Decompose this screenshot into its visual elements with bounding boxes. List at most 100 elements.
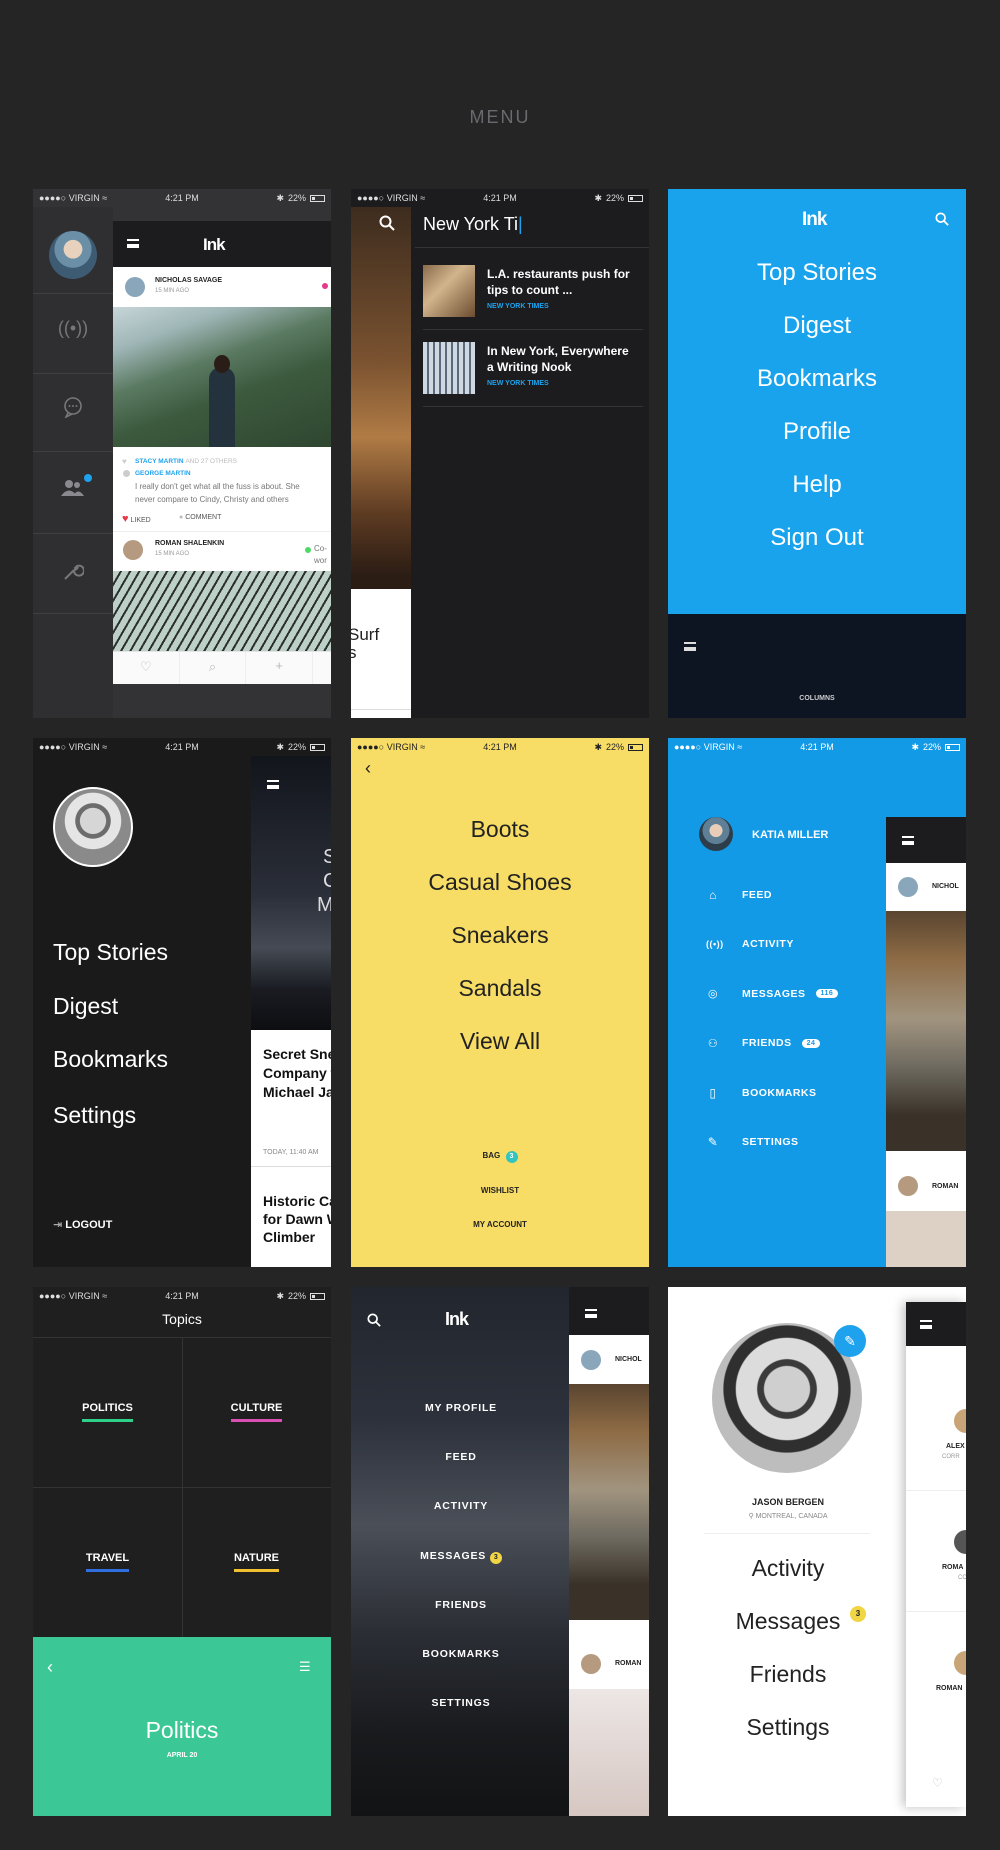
logout-button[interactable]: ⇥ LOGOUT: [53, 1218, 112, 1231]
avatar[interactable]: [53, 787, 133, 867]
menu-list: Top Stories Digest Bookmarks Profile Hel…: [668, 259, 966, 577]
menu-item-digest[interactable]: Digest: [53, 993, 118, 1020]
liker-name[interactable]: STACY MARTIN AND 27 OTHERS: [135, 458, 237, 465]
post-image[interactable]: [886, 911, 966, 1151]
menu-item-profile[interactable]: Profile: [668, 418, 966, 471]
menu-item-settings[interactable]: SETTINGS: [351, 1697, 571, 1746]
menu-item-messages[interactable]: ◎ MESSAGES 116: [706, 969, 866, 1019]
menu-item-friends[interactable]: Friends: [668, 1661, 908, 1714]
category-boots[interactable]: Boots: [351, 816, 649, 869]
category-sneakers[interactable]: Sneakers: [351, 922, 649, 975]
post-time: 15 MIN AGO: [155, 551, 190, 557]
avatar[interactable]: [49, 231, 97, 279]
page-title: MENU: [469, 107, 531, 127]
bag-link[interactable]: BAG 3: [351, 1151, 649, 1163]
search-icon[interactable]: ⌕: [180, 652, 247, 684]
menu-item-top-stories[interactable]: Top Stories: [668, 259, 966, 312]
search-input[interactable]: New York Ti|: [423, 214, 523, 235]
menu-item-sign-out[interactable]: Sign Out: [668, 524, 966, 577]
menu-item-feed[interactable]: ⌂ FEED: [706, 870, 866, 920]
menu-item-settings[interactable]: Settings: [53, 1102, 136, 1129]
menu-item-messages[interactable]: Messages 3: [668, 1606, 908, 1661]
heart-icon[interactable]: ♡: [113, 652, 180, 684]
topic-culture[interactable]: CULTURE: [182, 1337, 331, 1487]
broadcast-icon[interactable]: ((•)): [57, 312, 89, 344]
menu-item-bookmarks[interactable]: ▯ BOOKMARKS: [706, 1068, 866, 1118]
commenter-dot: [123, 470, 130, 477]
headline[interactable]: Michael Ja: [263, 1084, 331, 1100]
menu-item-digest[interactable]: Digest: [668, 312, 966, 365]
author-avatar: [125, 277, 145, 297]
back-icon[interactable]: ‹: [47, 1657, 53, 1678]
menu-item-activity[interactable]: Activity: [668, 1555, 908, 1608]
menu-icon[interactable]: [684, 642, 696, 651]
topic-nature[interactable]: NATURE: [182, 1487, 331, 1637]
topic-travel[interactable]: TRAVEL: [33, 1487, 182, 1637]
menu-item-activity[interactable]: ACTIVITY: [351, 1500, 571, 1549]
headline[interactable]: Company w: [263, 1065, 331, 1081]
menu-icon[interactable]: [267, 780, 279, 789]
like-button[interactable]: ♥ LIKED: [122, 513, 151, 525]
screen-blue-menu: Ink Top Stories Digest Bookmarks Profile…: [668, 189, 966, 718]
app-logo: Ink: [445, 1309, 469, 1329]
menu-item-my-profile[interactable]: MY PROFILE: [351, 1402, 571, 1451]
menu-icon[interactable]: [585, 1309, 597, 1318]
screen-white-profile-menu: ✎ JASON BERGEN ⚲ MONTREAL, CANADA Activi…: [668, 1287, 966, 1816]
category-sandals[interactable]: Sandals: [351, 975, 649, 1028]
author-avatar: [898, 1176, 918, 1196]
menu-item-top-stories[interactable]: Top Stories: [53, 939, 168, 966]
comment-button[interactable]: ● COMMENT: [179, 514, 221, 521]
menu-item-bookmarks[interactable]: Bookmarks: [53, 1046, 168, 1073]
avatar[interactable]: [699, 817, 733, 851]
menu-list: MY PROFILE FEED ACTIVITY MESSAGES 3 FRIE…: [351, 1402, 571, 1746]
menu-item-friends[interactable]: ⚇ FRIENDS 24: [706, 1019, 866, 1069]
menu-item-settings[interactable]: ✎ SETTINGS: [706, 1118, 866, 1168]
menu-item-friends[interactable]: FRIENDS: [351, 1599, 571, 1648]
author-avatar: [123, 540, 143, 560]
status-dot: [322, 283, 328, 289]
menu-icon[interactable]: [127, 239, 139, 248]
headline[interactable]: Climber: [263, 1229, 315, 1245]
search-result[interactable]: L.A. restaurants push for tips to count …: [423, 265, 643, 321]
menu-icon[interactable]: [920, 1320, 932, 1329]
post-image[interactable]: [569, 1384, 649, 1620]
chat-icon[interactable]: [57, 391, 89, 423]
menu-item-activity[interactable]: ((•)) ACTIVITY: [706, 920, 866, 970]
user-name[interactable]: KATIA MILLER: [752, 829, 828, 841]
friends-icon: ⚇: [707, 1037, 719, 1050]
menu-item-settings[interactable]: Settings: [668, 1714, 908, 1767]
menu-item-bookmarks[interactable]: BOOKMARKS: [351, 1648, 571, 1697]
menu-item-help[interactable]: Help: [668, 471, 966, 524]
pin-icon: ⚲: [748, 1513, 754, 1520]
menu-item-bookmarks[interactable]: Bookmarks: [668, 365, 966, 418]
post-image[interactable]: [113, 307, 331, 447]
category-casual-shoes[interactable]: Casual Shoes: [351, 869, 649, 922]
my-account-link[interactable]: MY ACCOUNT: [351, 1220, 649, 1229]
friends-count-badge: 24: [801, 1038, 821, 1048]
post-image[interactable]: [113, 571, 331, 651]
edit-icon[interactable]: ✎: [834, 1325, 866, 1357]
list-icon[interactable]: ☰: [299, 1659, 311, 1675]
add-icon[interactable]: +: [246, 652, 314, 684]
topic-politics[interactable]: POLITICS: [33, 1337, 182, 1487]
back-icon[interactable]: ‹: [365, 758, 371, 779]
wrench-icon[interactable]: [57, 555, 89, 587]
headline[interactable]: for Dawn W: [263, 1211, 331, 1227]
menu-item-feed[interactable]: FEED: [351, 1451, 571, 1500]
heart-icon[interactable]: ♡: [932, 1776, 943, 1790]
search-icon[interactable]: [377, 213, 397, 233]
headline[interactable]: Secret Sne: [263, 1046, 331, 1062]
headline[interactable]: Historic Ca: [263, 1193, 331, 1209]
search-result[interactable]: In New York, Everywhere a Writing Nook N…: [423, 342, 643, 398]
search-icon[interactable]: [365, 1311, 383, 1329]
icon-rail: ((•)): [33, 207, 113, 718]
result-title: a Writing Nook: [487, 360, 572, 374]
menu-icon[interactable]: [902, 836, 914, 845]
category-view-all[interactable]: View All: [351, 1028, 649, 1081]
wishlist-link[interactable]: WISHLIST: [351, 1186, 649, 1195]
menu-item-messages[interactable]: MESSAGES 3: [351, 1550, 571, 1599]
commenter-name[interactable]: GEORGE MARTIN: [135, 470, 191, 477]
article-peek[interactable]: Surf s: [351, 207, 411, 718]
search-icon[interactable]: [934, 211, 950, 227]
result-title: L.A. restaurants push for: [487, 267, 630, 281]
